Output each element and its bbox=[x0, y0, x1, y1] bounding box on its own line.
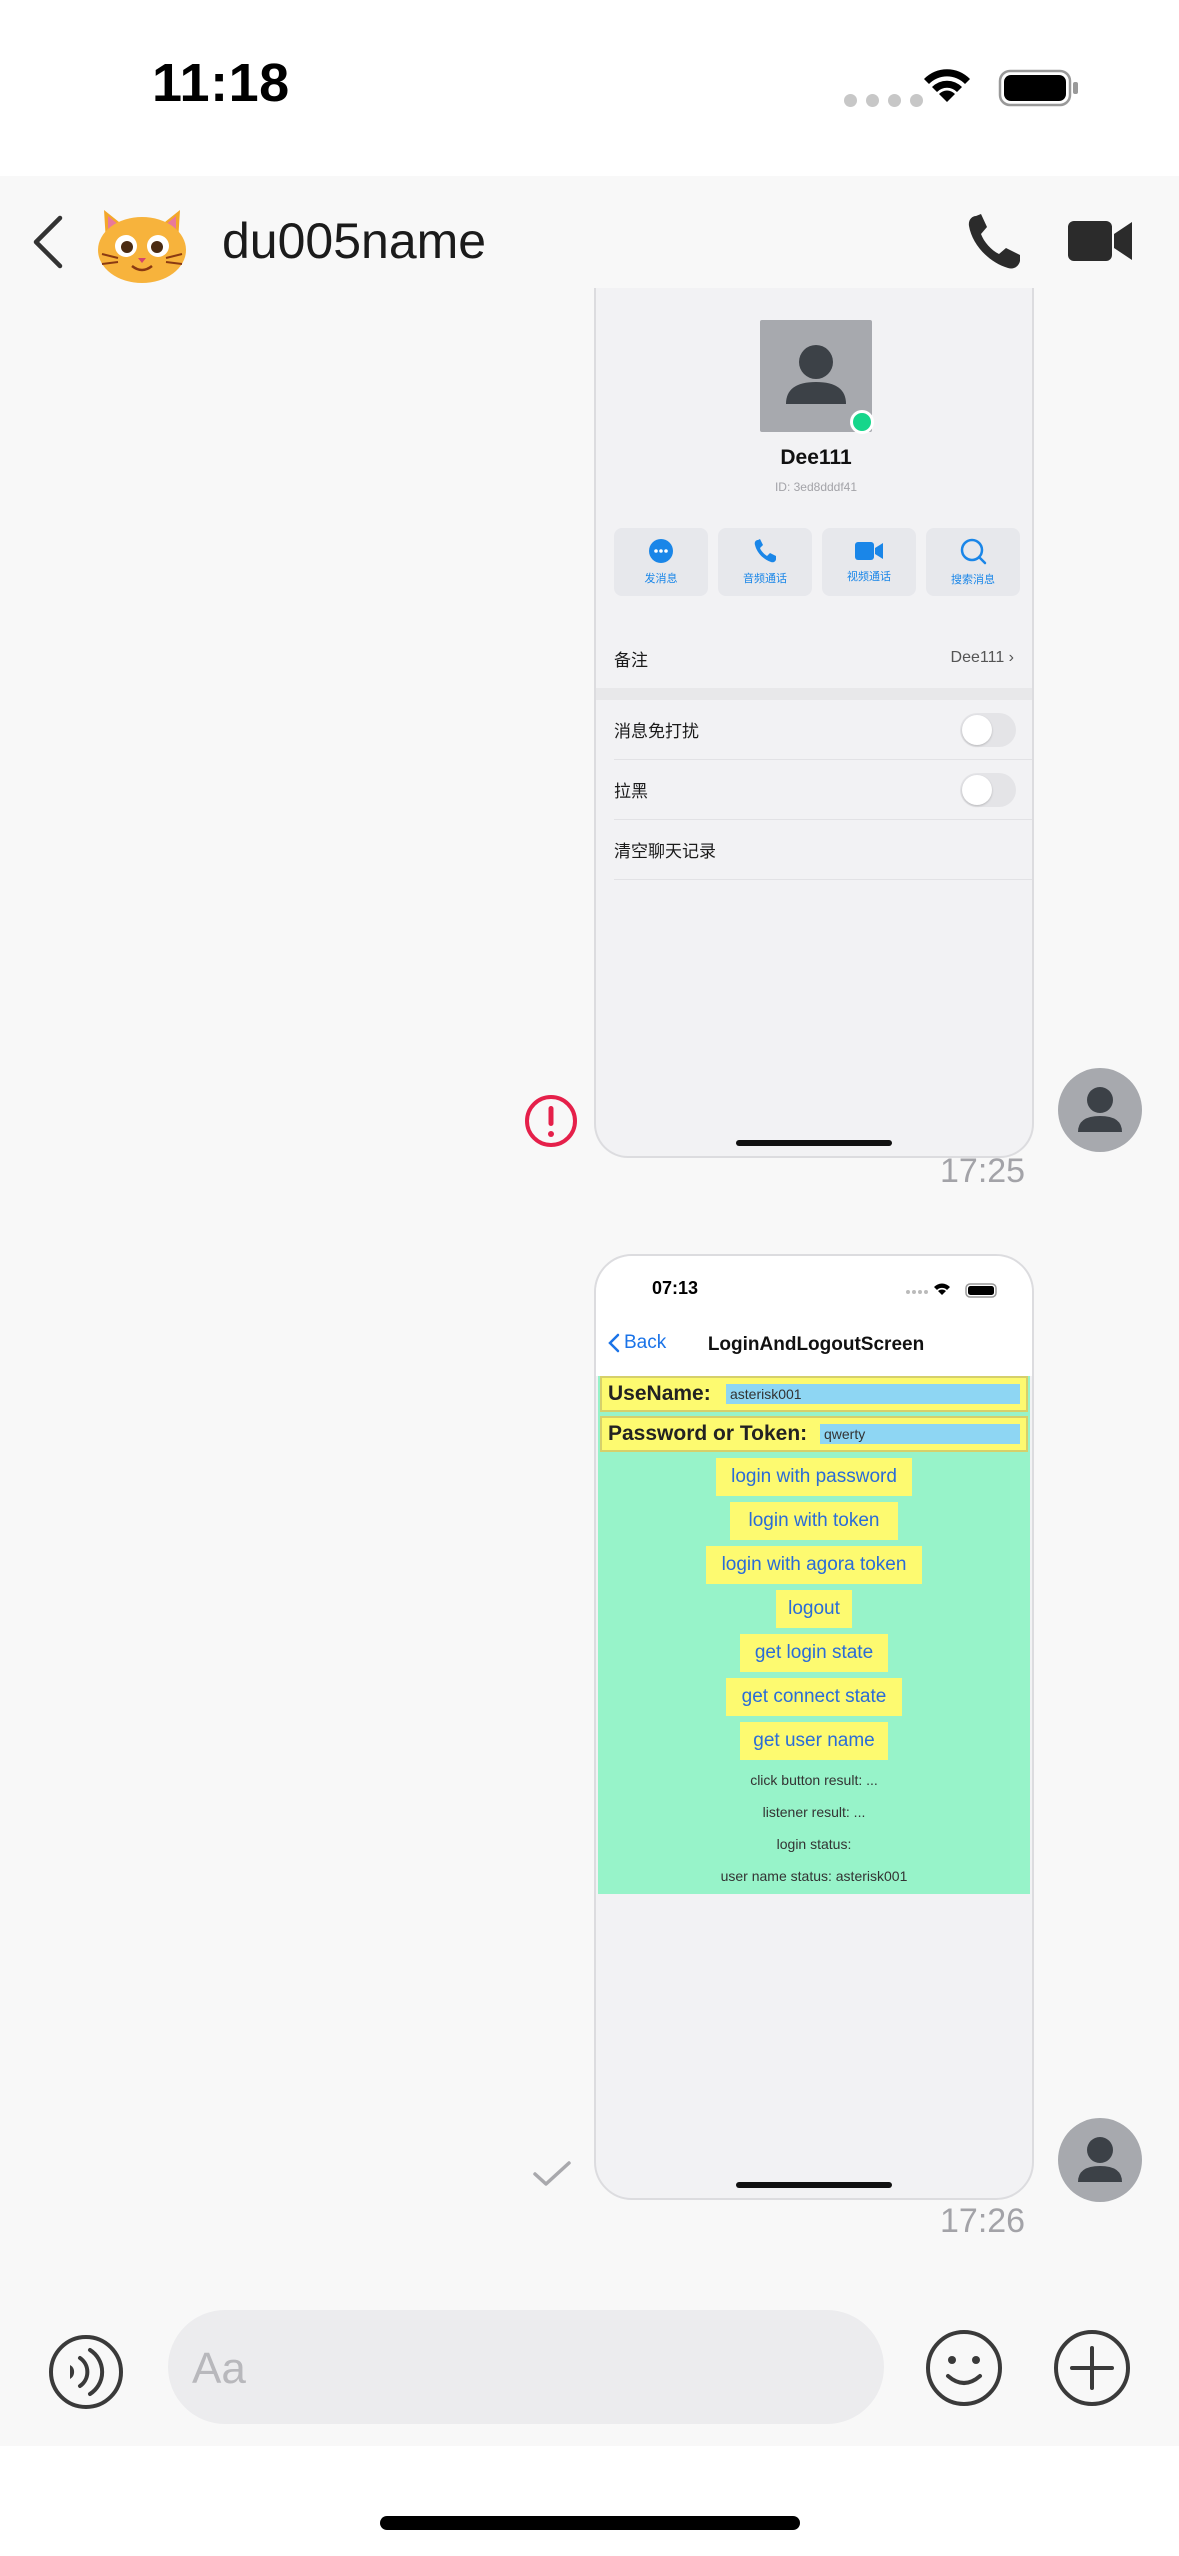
action-label: 发消息 bbox=[644, 573, 678, 585]
username-row: UseName: asterisk001 bbox=[600, 1376, 1028, 1412]
setting-label: 拉黑 bbox=[614, 782, 648, 801]
battery-icon bbox=[998, 69, 1078, 107]
action-audio-call: 音频通话 bbox=[718, 528, 812, 596]
remark-value: Dee111 › bbox=[950, 649, 1014, 666]
back-chevron-icon[interactable] bbox=[28, 214, 68, 270]
btn-login-password: login with password bbox=[716, 1458, 912, 1496]
setting-row-mute: 消息免打扰 bbox=[614, 700, 1032, 760]
remark-label: 备注 bbox=[614, 650, 648, 670]
sent-check-icon bbox=[533, 2161, 571, 2186]
phone-call-icon[interactable] bbox=[966, 212, 1022, 272]
action-label: 音频通话 bbox=[743, 573, 787, 585]
message-input[interactable]: Aa bbox=[168, 2310, 884, 2424]
profile-actions: 发消息 音频通话 视频通话 搜索消息 bbox=[614, 528, 1020, 596]
my-avatar[interactable] bbox=[1058, 1068, 1142, 1152]
note-login-status: login status: bbox=[776, 1836, 852, 1852]
my-avatar[interactable] bbox=[1058, 2118, 1142, 2202]
screenshot-home-indicator bbox=[736, 2182, 892, 2188]
action-label: 视频通话 bbox=[847, 571, 891, 583]
btn-get-connect-state: get connect state bbox=[726, 1678, 902, 1716]
btn-get-user-name: get user name bbox=[740, 1722, 888, 1760]
screenshot-title: LoginAndLogoutScreen bbox=[707, 1334, 925, 1355]
btn-login-token: login with token bbox=[730, 1502, 898, 1540]
note-listener-result: listener result: ... bbox=[762, 1804, 866, 1820]
wifi-icon bbox=[924, 69, 970, 102]
login-form-panel: UseName: asterisk001 Password or Token: … bbox=[598, 1376, 1030, 1894]
voice-input-icon[interactable] bbox=[48, 2334, 124, 2410]
profile-name: Dee111 bbox=[780, 446, 852, 469]
person-icon bbox=[1078, 1087, 1122, 1132]
action-label: 搜索消息 bbox=[951, 574, 995, 586]
send-failed-icon[interactable] bbox=[524, 1094, 578, 1148]
action-search-messages: 搜索消息 bbox=[926, 528, 1020, 596]
chat-bubble-icon bbox=[649, 539, 673, 563]
phone-icon bbox=[754, 539, 776, 563]
section-divider bbox=[596, 688, 1032, 700]
setting-row-clear-history: 清空聊天记录 bbox=[614, 820, 1032, 880]
emoji-icon[interactable] bbox=[924, 2328, 1004, 2408]
online-status-dot bbox=[850, 410, 874, 434]
password-row: Password or Token: qwerty bbox=[600, 1416, 1028, 1452]
password-input: qwerty bbox=[820, 1424, 1020, 1444]
signal-icon bbox=[844, 94, 923, 107]
message-time: 17:26 bbox=[940, 2202, 1026, 2240]
status-time: 11:18 bbox=[152, 53, 290, 113]
contact-name[interactable]: du005name bbox=[222, 212, 486, 270]
screenshot-status-bar: 07:13 bbox=[596, 1256, 1032, 1318]
message-composer: Aa bbox=[0, 2296, 1179, 2446]
note-click-result: click button result: ... bbox=[750, 1772, 878, 1788]
plus-icon[interactable] bbox=[1052, 2328, 1132, 2408]
setting-label: 消息免打扰 bbox=[614, 722, 699, 741]
person-icon bbox=[1078, 2137, 1122, 2182]
message-list[interactable]: Dee111 ID: 3ed8dddf41 发消息 音频通话 视频通话 搜索消息… bbox=[0, 288, 1179, 2308]
username-label: UseName: bbox=[608, 1382, 711, 1405]
search-icon bbox=[960, 538, 987, 565]
video-icon bbox=[855, 542, 883, 560]
screenshot-home-indicator bbox=[736, 1140, 892, 1146]
video-call-icon[interactable] bbox=[1066, 218, 1134, 264]
password-label: Password or Token: bbox=[608, 1422, 808, 1445]
profile-id: ID: 3ed8dddf41 bbox=[774, 480, 858, 494]
action-message: 发消息 bbox=[614, 528, 708, 596]
btn-get-login-state: get login state bbox=[740, 1634, 888, 1672]
btn-login-agora-token: login with agora token bbox=[706, 1546, 922, 1584]
status-bar: 11:18 bbox=[0, 0, 1179, 176]
screenshot-status-icons bbox=[906, 1283, 997, 1298]
image-message-login-screenshot[interactable]: 07:13 Back LoginAndLogoutScreen UseName:… bbox=[594, 1254, 1034, 2200]
screenshot-time: 07:13 bbox=[652, 1278, 699, 1298]
cat-avatar-icon[interactable] bbox=[94, 202, 190, 286]
bottom-safe-area bbox=[0, 2446, 1179, 2556]
message-input-placeholder: Aa bbox=[192, 2344, 246, 2393]
image-message-profile-screenshot[interactable]: Dee111 ID: 3ed8dddf41 发消息 音频通话 视频通话 搜索消息… bbox=[594, 288, 1034, 1158]
action-video-call: 视频通话 bbox=[822, 528, 916, 596]
btn-logout: logout bbox=[776, 1590, 852, 1628]
mute-toggle bbox=[960, 712, 1016, 747]
setting-row-block: 拉黑 bbox=[614, 760, 1032, 820]
remark-row: 备注 Dee111 › bbox=[614, 628, 1032, 688]
block-toggle bbox=[960, 772, 1016, 807]
screenshot-nav-bar: Back LoginAndLogoutScreen bbox=[596, 1318, 1032, 1376]
home-indicator[interactable] bbox=[380, 2516, 800, 2530]
setting-label: 清空聊天记录 bbox=[614, 842, 716, 861]
message-time: 17:25 bbox=[940, 1152, 1026, 1190]
username-input: asterisk001 bbox=[726, 1384, 1020, 1404]
note-user-name-status: user name status: asterisk001 bbox=[720, 1868, 908, 1884]
